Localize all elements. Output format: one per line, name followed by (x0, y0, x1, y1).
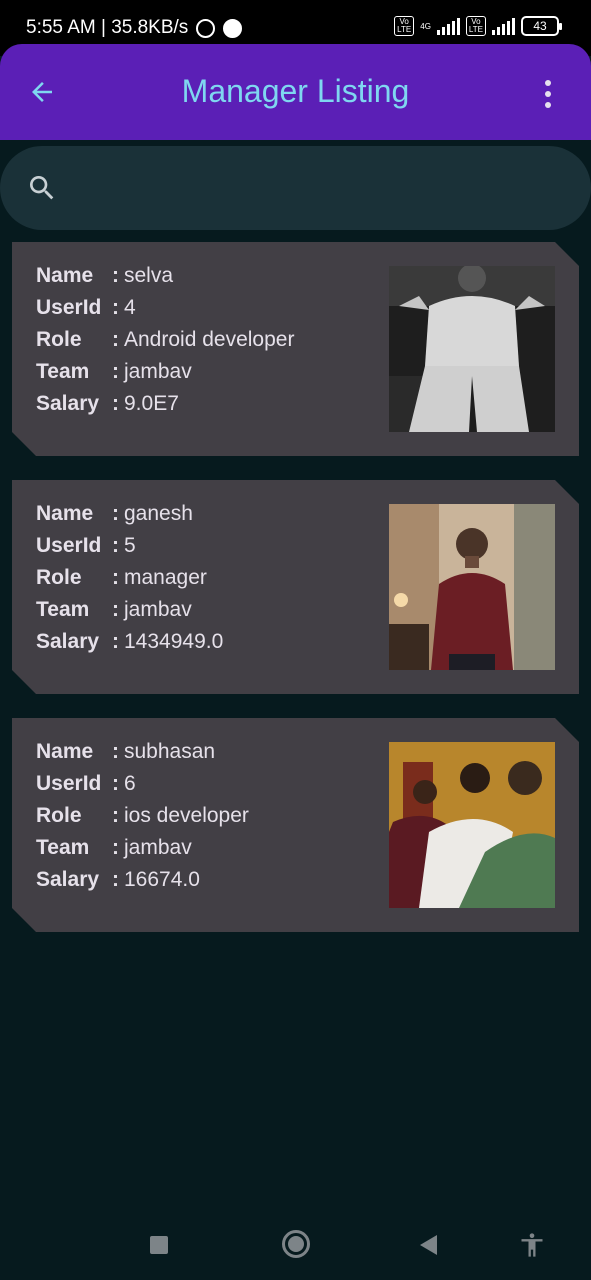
more-options-button[interactable] (533, 76, 563, 112)
signal-icon (436, 17, 460, 35)
team-label: Team (36, 360, 90, 383)
photo-image (389, 266, 555, 432)
status-left: 5:55 AM | 35.8KB/s (26, 17, 243, 39)
colon: : (112, 566, 119, 589)
status-time-speed: 5:55 AM | 35.8KB/s (26, 17, 189, 38)
role-row: Role : manager (36, 566, 223, 598)
more-vert-dot (545, 91, 551, 97)
home-circle-icon[interactable] (282, 1230, 310, 1258)
role-row: Role : ios developer (36, 804, 249, 836)
accessibility-icon[interactable] (518, 1228, 546, 1262)
manager-card[interactable]: Name : ganesh UserId : 5 Role : manager … (12, 480, 579, 694)
colon: : (112, 804, 119, 827)
manager-photo (389, 742, 555, 908)
userid-value: 6 (124, 772, 136, 795)
name-value: selva (124, 264, 174, 287)
userid-label: UserId (36, 296, 102, 319)
manager-details: Name : ganesh UserId : 5 Role : manager … (36, 502, 223, 662)
page-title: Manager Listing (181, 73, 410, 109)
userid-value: 4 (124, 296, 136, 319)
role-value: manager (124, 566, 207, 589)
team-label: Team (36, 598, 90, 621)
manager-photo (389, 504, 555, 670)
network-type: 4G (420, 21, 431, 31)
team-row: Team : jambav (36, 360, 294, 392)
colon: : (112, 534, 119, 557)
signal-icon-2 (492, 17, 515, 35)
name-label: Name (36, 740, 94, 763)
name-row: Name : ganesh (36, 502, 223, 534)
team-row: Team : jambav (36, 598, 223, 630)
name-label: Name (36, 502, 94, 525)
colon: : (112, 296, 119, 319)
userid-row: UserId : 4 (36, 296, 294, 328)
colon: : (112, 868, 119, 891)
salary-value: 16674.0 (124, 868, 200, 891)
manager-details: Name : subhasan UserId : 6 Role : ios de… (36, 740, 249, 900)
colon: : (112, 598, 119, 621)
salary-label: Salary (36, 392, 100, 415)
colon: : (112, 772, 119, 795)
userid-label: UserId (36, 772, 102, 795)
name-value: ganesh (124, 502, 193, 525)
search-icon (30, 176, 54, 200)
userid-value: 5 (124, 534, 136, 557)
team-value: jambav (124, 598, 192, 621)
colon: : (112, 630, 119, 653)
userid-row: UserId : 6 (36, 772, 249, 804)
colon: : (112, 392, 119, 415)
app-bar: Manager Listing (0, 44, 591, 140)
team-value: jambav (124, 360, 192, 383)
salary-value: 9.0E7 (124, 392, 179, 415)
colon: : (112, 360, 119, 383)
userid-label: UserId (36, 534, 102, 557)
role-label: Role (36, 566, 82, 589)
salary-value: 1434949.0 (124, 630, 224, 653)
messenger-icon (223, 18, 243, 38)
system-nav-bar (0, 1208, 591, 1280)
role-label: Role (36, 804, 82, 827)
alarm-icon (196, 18, 216, 38)
team-label: Team (36, 836, 90, 859)
name-row: Name : subhasan (36, 740, 249, 772)
salary-label: Salary (36, 630, 100, 653)
back-triangle-icon[interactable] (420, 1235, 437, 1255)
manager-details: Name : selva UserId : 4 Role : Android d… (36, 264, 294, 424)
search-input[interactable] (72, 166, 552, 210)
photo-image (389, 504, 555, 670)
colon: : (112, 502, 119, 525)
manager-card[interactable]: Name : selva UserId : 4 Role : Android d… (12, 242, 579, 456)
search-bar[interactable] (0, 146, 591, 230)
name-label: Name (36, 264, 94, 287)
colon: : (112, 328, 119, 351)
status-right: Vo LTE 4G Vo LTE 43 (394, 16, 562, 36)
colon: : (112, 836, 119, 859)
more-vert-dot (545, 102, 551, 108)
manager-card[interactable]: Name : subhasan UserId : 6 Role : ios de… (12, 718, 579, 932)
salary-label: Salary (36, 868, 100, 891)
colon: : (112, 264, 119, 287)
team-value: jambav (124, 836, 192, 859)
role-value: ios developer (124, 804, 249, 827)
userid-row: UserId : 5 (36, 534, 223, 566)
role-label: Role (36, 328, 82, 351)
name-row: Name : selva (36, 264, 294, 296)
volte-icon: Vo LTE (394, 16, 415, 36)
more-vert-icon (545, 80, 551, 86)
recents-square-icon[interactable] (150, 1236, 168, 1254)
salary-row: Salary : 9.0E7 (36, 392, 294, 424)
volte-icon-2: Vo LTE (465, 16, 486, 36)
salary-row: Salary : 16674.0 (36, 868, 249, 900)
manager-photo (389, 266, 555, 432)
team-row: Team : jambav (36, 836, 249, 868)
colon: : (112, 740, 119, 763)
battery-icon: 43 (521, 16, 562, 36)
name-value: subhasan (124, 740, 216, 763)
photo-image (389, 742, 555, 908)
role-value: Android developer (124, 328, 295, 351)
role-row: Role : Android developer (36, 328, 294, 360)
salary-row: Salary : 1434949.0 (36, 630, 223, 662)
